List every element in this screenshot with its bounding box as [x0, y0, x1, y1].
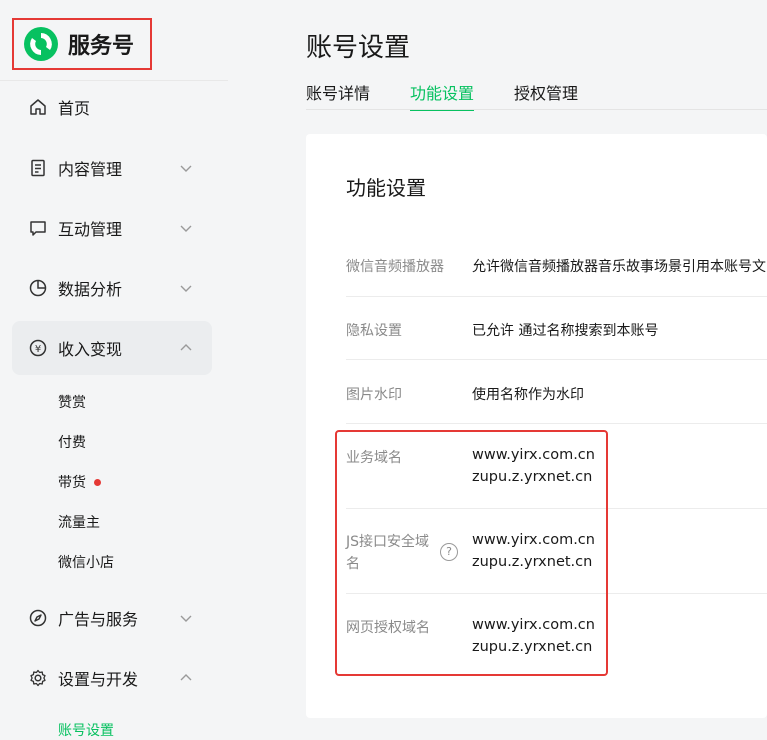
chevron-up-icon	[180, 674, 192, 681]
chevron-down-icon	[180, 225, 192, 232]
sidebar-item-label: 首页	[58, 99, 91, 118]
sidebar-item-label: 收入变现	[58, 340, 123, 359]
setting-value: 已允许 通过名称搜索到本账号	[472, 323, 659, 339]
card-title: 功能设置	[346, 176, 426, 200]
sidebar-subitem-label: 带货	[58, 475, 86, 491]
sidebar-subitem-reward[interactable]: 赞赏	[58, 392, 86, 412]
compass-icon	[29, 609, 47, 627]
notification-dot	[94, 478, 101, 486]
setting-label: 微信音频播放器	[346, 259, 444, 275]
document-icon	[31, 159, 45, 177]
home-icon	[30, 99, 46, 115]
sidebar-item-label: 数据分析	[58, 280, 123, 299]
svg-text:¥: ¥	[35, 344, 41, 355]
highlight-annotation-box	[335, 430, 608, 676]
sidebar-item-label: 内容管理	[58, 160, 123, 179]
sidebar-subitem-label: 流量主	[58, 515, 100, 531]
setting-label: 隐私设置	[346, 323, 402, 339]
sidebar-item-interaction[interactable]: 互动管理	[12, 201, 212, 255]
sidebar-item-home[interactable]: 首页	[12, 80, 212, 134]
sidebar-subitem-account-settings[interactable]: 账号设置	[58, 720, 114, 740]
chevron-up-icon	[180, 344, 192, 351]
sidebar-subitem-paid[interactable]: 付费	[58, 432, 86, 452]
setting-label: 图片水印	[346, 387, 402, 403]
yen-icon: ¥	[29, 339, 47, 357]
sidebar-subitem-label: 赞赏	[58, 395, 86, 411]
sidebar-subitem-label: 账号设置	[58, 723, 114, 739]
chat-icon	[30, 221, 46, 236]
setting-value: 使用名称作为水印	[472, 387, 584, 403]
page-title: 账号设置	[306, 33, 411, 63]
sidebar-item-analytics[interactable]: 数据分析	[12, 261, 212, 315]
settings-tabs: 账号详情 功能设置 授权管理	[306, 80, 618, 111]
sidebar-subitem-traffic[interactable]: 流量主	[58, 512, 100, 532]
setting-row-watermark: 图片水印 使用名称作为水印	[346, 360, 767, 424]
chevron-down-icon	[180, 615, 192, 622]
tab-divider	[306, 109, 767, 110]
service-account-logo-icon	[24, 27, 58, 61]
sidebar-item-monetization[interactable]: ¥ 收入变现	[12, 321, 212, 375]
sidebar-subitem-label: 付费	[58, 435, 86, 451]
sidebar-subitem-wechat-store[interactable]: 微信小店	[58, 552, 114, 572]
pie-chart-icon	[29, 279, 47, 297]
setting-row-privacy: 隐私设置 已允许 通过名称搜索到本账号	[346, 296, 767, 360]
sidebar-item-label: 互动管理	[58, 220, 123, 239]
chevron-down-icon	[180, 285, 192, 292]
tab-authorization[interactable]: 授权管理	[514, 80, 578, 110]
chevron-down-icon	[180, 165, 192, 172]
sidebar-item-label: 广告与服务	[58, 610, 139, 629]
tab-account-details[interactable]: 账号详情	[306, 80, 370, 110]
sidebar-item-content[interactable]: 内容管理	[12, 141, 212, 195]
setting-value: 允许微信音频播放器音乐故事场景引用本账号文	[472, 259, 766, 275]
gear-icon	[30, 669, 46, 687]
sidebar-subitem-goods[interactable]: 带货	[58, 472, 101, 492]
sidebar: 服务号 首页 内容管理 互动管理 数据分析 ¥ 收入变现 赞赏 付费 带货 流量…	[0, 0, 228, 739]
sidebar-item-label: 设置与开发	[58, 670, 139, 689]
sidebar-item-settings[interactable]: 设置与开发	[12, 651, 212, 705]
sidebar-item-ads[interactable]: 广告与服务	[12, 591, 212, 645]
sidebar-subitem-label: 微信小店	[58, 555, 114, 571]
brand-name: 服务号	[68, 34, 135, 59]
brand-logo-area[interactable]: 服务号	[12, 18, 152, 70]
tab-function-settings[interactable]: 功能设置	[410, 80, 475, 111]
setting-row-audio-player: 微信音频播放器 允许微信音频播放器音乐故事场景引用本账号文	[346, 232, 767, 297]
